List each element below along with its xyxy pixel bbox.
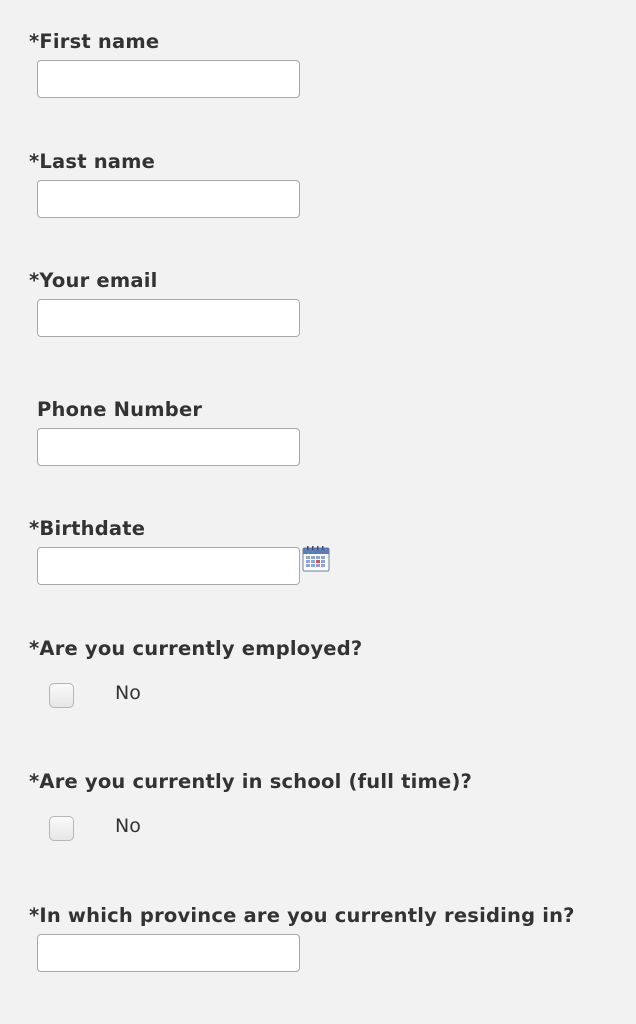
last-name-label: *Last name: [29, 150, 156, 173]
birthdate-input[interactable]: [37, 547, 300, 585]
first-name-label: *First name: [29, 30, 160, 53]
phone-input[interactable]: [37, 428, 300, 466]
email-input[interactable]: [37, 299, 300, 337]
last-name-input[interactable]: [37, 180, 300, 218]
calendar-icon[interactable]: [302, 546, 330, 572]
first-name-input[interactable]: [37, 60, 300, 98]
employed-no-label: No: [115, 682, 141, 704]
birthdate-label: *Birthdate: [29, 517, 146, 540]
email-label: *Your email: [29, 269, 158, 292]
province-label: *In which province are you currently res…: [29, 904, 575, 927]
school-question-label: *Are you currently in school (full time)…: [29, 770, 473, 793]
phone-label: Phone Number: [37, 398, 203, 421]
employed-no-checkbox[interactable]: [49, 683, 74, 708]
school-no-label: No: [115, 815, 141, 837]
school-no-checkbox[interactable]: [49, 816, 74, 841]
province-input[interactable]: [37, 934, 300, 972]
employed-question-label: *Are you currently employed?: [29, 637, 363, 660]
